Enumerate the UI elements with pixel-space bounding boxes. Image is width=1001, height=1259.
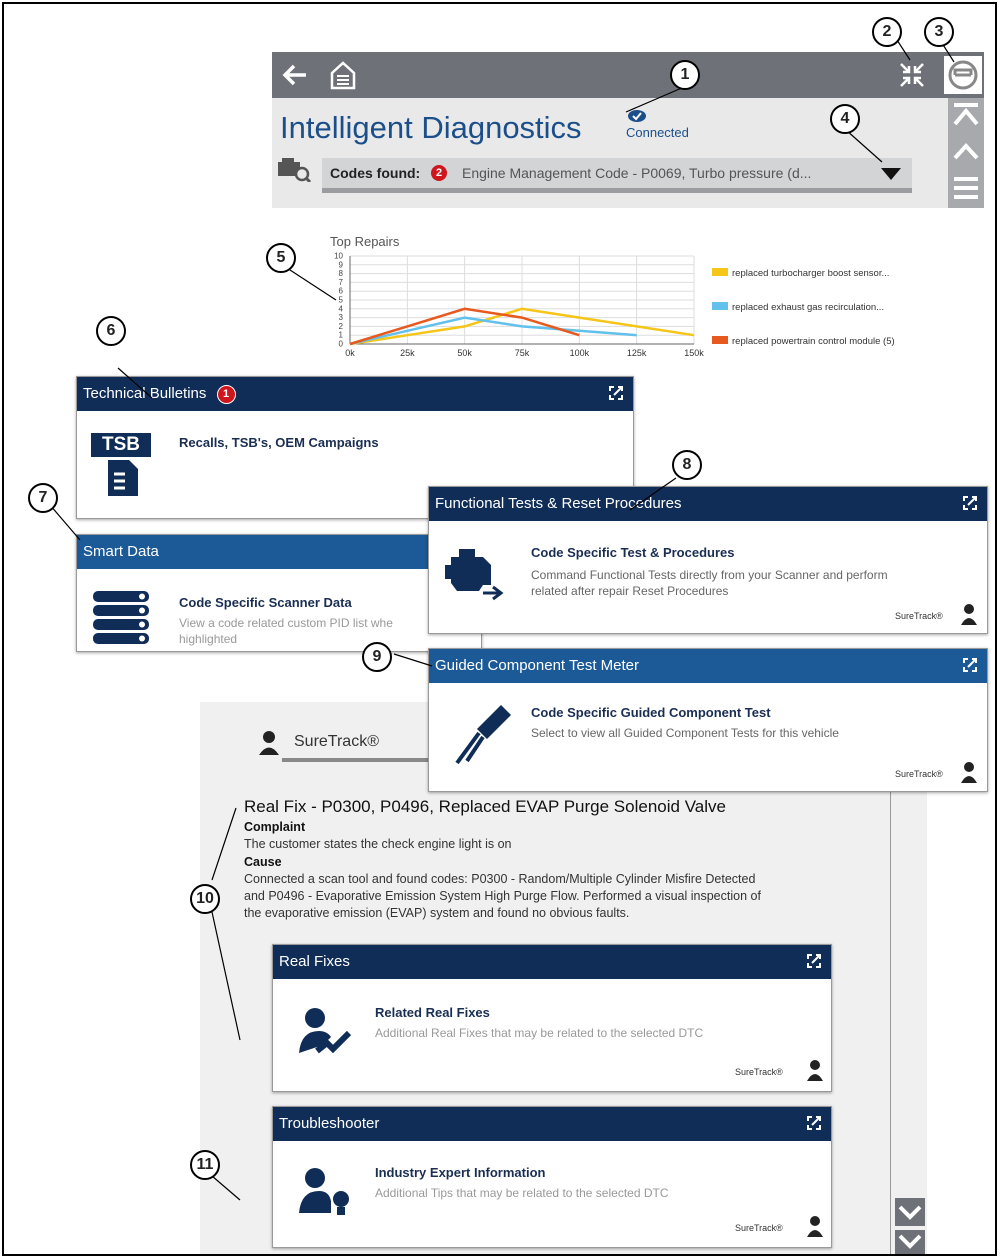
- callout-7: 7: [28, 483, 58, 513]
- callout-5: 5: [266, 243, 296, 273]
- callout-8: 8: [672, 450, 702, 480]
- callout-4: 4: [830, 104, 860, 134]
- callout-11: 11: [190, 1150, 220, 1180]
- callout-6: 6: [96, 316, 126, 346]
- callout-1: 1: [670, 60, 700, 90]
- callout-3: 3: [924, 17, 954, 47]
- callout-2: 2: [872, 17, 902, 47]
- callout-10: 10: [190, 884, 220, 914]
- callout-9: 9: [362, 642, 392, 672]
- callout-leader-lines: [49, 39, 955, 1201]
